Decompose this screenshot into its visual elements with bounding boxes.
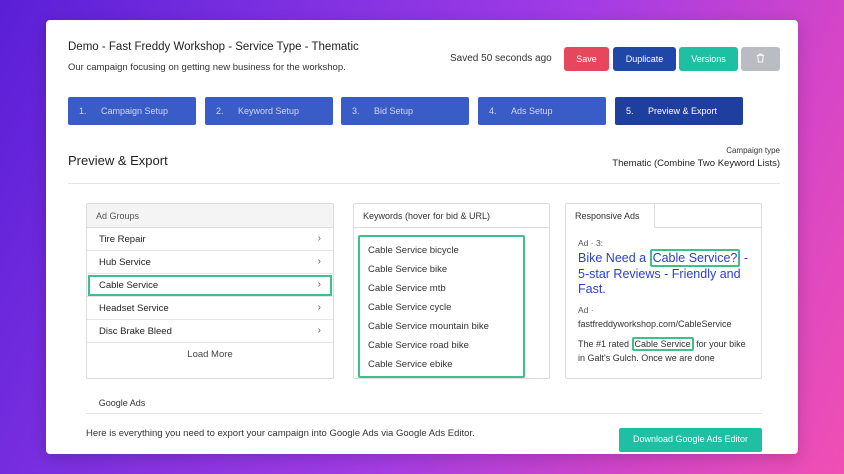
step-number: 2. — [216, 106, 224, 116]
ad-display-url: fastfreddyworkshop.com/CableService — [578, 318, 732, 329]
step-label: Preview & Export — [648, 106, 718, 116]
versions-button[interactable]: Versions — [679, 47, 738, 71]
desc-text: The #1 rated — [578, 338, 632, 349]
keyword-item[interactable]: Cable Service cycle — [368, 298, 523, 317]
ad-meta: Ad · — [578, 304, 594, 315]
responsive-ads-panel: Responsive Ads Ad · 3: Bike Need a Cable… — [565, 203, 762, 379]
step-number: 5. — [626, 106, 634, 116]
ad-group-label: Cable Service — [99, 279, 159, 291]
tab-google-ads[interactable]: Google Ads — [86, 392, 158, 414]
load-more-button[interactable]: Load More — [87, 343, 333, 366]
chevron-right-icon: › — [317, 233, 321, 244]
keywords-panel: Keywords (hover for bid & URL) Cable Ser… — [353, 203, 550, 379]
step-bid-setup[interactable]: 3. Bid Setup — [341, 97, 469, 125]
campaign-subtitle: Our campaign focusing on getting new bus… — [68, 62, 346, 73]
ad-group-item[interactable]: Tire Repair › — [87, 228, 333, 251]
keywords-list: Cable Service bicycle Cable Service bike… — [358, 235, 525, 378]
campaign-type-label: Campaign type — [726, 146, 780, 155]
chevron-right-icon: › — [317, 256, 321, 267]
ad-label: Ad · 3: — [578, 238, 604, 248]
save-button[interactable]: Save — [564, 47, 609, 71]
ad-group-label: Tire Repair — [99, 233, 146, 245]
duplicate-button[interactable]: Duplicate — [613, 47, 676, 71]
download-google-ads-editor-button[interactable]: Download Google Ads Editor — [619, 428, 762, 452]
step-campaign-setup[interactable]: 1. Campaign Setup — [68, 97, 196, 125]
ad-group-item[interactable]: Hub Service › — [87, 251, 333, 274]
desc-keyword-highlight: Cable Service — [631, 336, 694, 351]
tab-divider — [86, 413, 762, 414]
keyword-item[interactable]: Cable Service ebike — [368, 355, 523, 374]
divider — [68, 183, 780, 184]
ad-headline: Bike Need a Cable Service? - 5-star Revi… — [578, 249, 753, 298]
keywords-header: Keywords (hover for bid & URL) — [354, 204, 549, 228]
step-preview-export[interactable]: 5. Preview & Export — [615, 97, 743, 125]
headline-text: Bike Need a — [578, 251, 650, 265]
ad-group-item[interactable]: Disc Brake Bleed › — [87, 320, 333, 343]
ad-group-label: Hub Service — [99, 256, 151, 268]
chevron-right-icon: › — [317, 279, 321, 290]
chevron-right-icon: › — [317, 325, 321, 336]
keyword-item[interactable]: Cable Service bicycle — [368, 241, 523, 260]
keyword-item[interactable]: Cable Service bike — [368, 260, 523, 279]
tab-divider — [655, 227, 761, 228]
ad-group-label: Headset Service — [99, 302, 169, 314]
keyword-item[interactable]: Cable Service mtb — [368, 279, 523, 298]
campaign-type-value: Thematic (Combine Two Keyword Lists) — [612, 158, 780, 169]
step-label: Campaign Setup — [101, 106, 169, 116]
step-number: 1. — [79, 106, 87, 116]
ad-groups-panel: Ad Groups Tire Repair › Hub Service › Ca… — [86, 203, 334, 379]
step-label: Keyword Setup — [238, 106, 300, 116]
step-keyword-setup[interactable]: 2. Keyword Setup — [205, 97, 333, 125]
ad-group-label: Disc Brake Bleed — [99, 325, 172, 337]
trash-icon — [756, 53, 765, 65]
chevron-right-icon: › — [317, 302, 321, 313]
ad-group-item-selected[interactable]: Cable Service › — [87, 274, 333, 297]
keyword-item[interactable]: Cable Service road bike — [368, 336, 523, 355]
step-number: 3. — [352, 106, 360, 116]
saved-status: Saved 50 seconds ago — [450, 53, 552, 64]
section-title: Preview & Export — [68, 153, 168, 168]
ad-description: The #1 rated Cable Service for your bike… — [578, 336, 753, 365]
step-label: Bid Setup — [374, 106, 414, 116]
keyword-item[interactable]: Cable Service mountain bike — [368, 317, 523, 336]
ad-preview: Ad · 3: Bike Need a Cable Service? - 5-s… — [578, 238, 753, 365]
step-ads-setup[interactable]: 4. Ads Setup — [478, 97, 606, 125]
campaign-title: Demo - Fast Freddy Workshop - Service Ty… — [68, 41, 359, 53]
export-instructions: Here is everything you need to export yo… — [86, 428, 475, 439]
tab-responsive-ads[interactable]: Responsive Ads — [566, 204, 655, 228]
step-label: Ads Setup — [511, 106, 553, 116]
delete-button[interactable] — [741, 47, 780, 71]
ad-group-item[interactable]: Headset Service › — [87, 297, 333, 320]
headline-keyword-highlight: Cable Service? — [649, 249, 741, 267]
step-number: 4. — [489, 106, 497, 116]
ad-groups-header: Ad Groups — [87, 204, 333, 228]
campaign-card: Demo - Fast Freddy Workshop - Service Ty… — [46, 20, 798, 454]
